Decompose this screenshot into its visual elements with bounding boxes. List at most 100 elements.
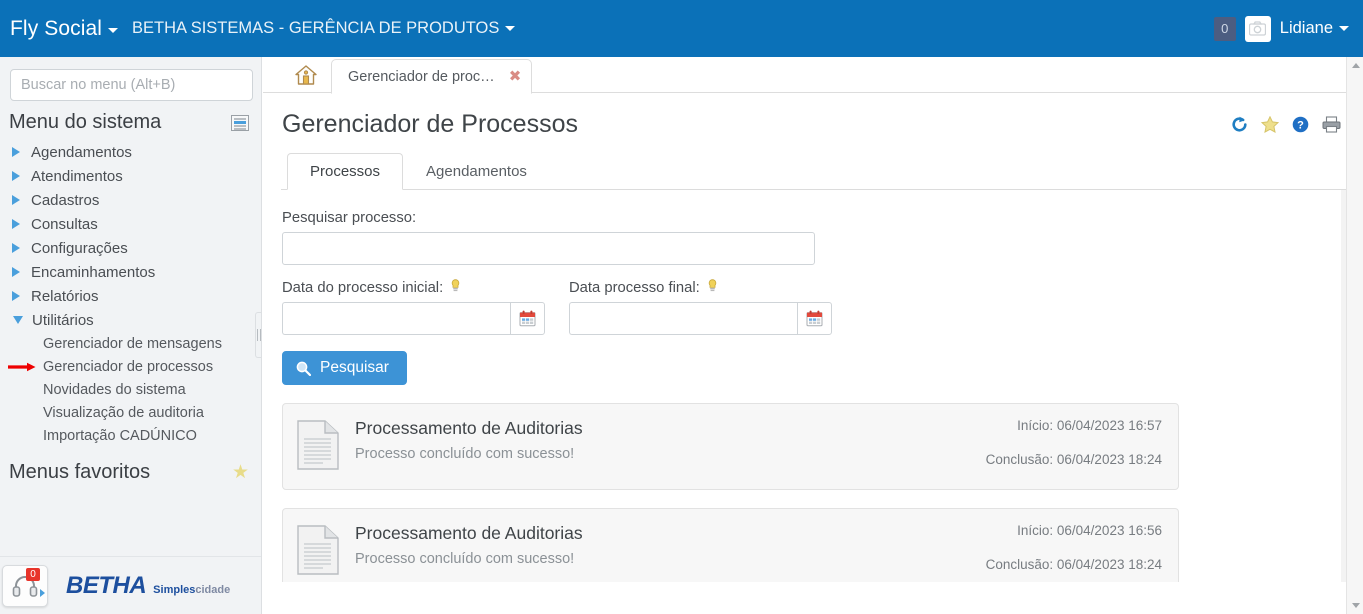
top-header-bar: Fly Social BETHA SISTEMAS - GERÊNCIA DE … bbox=[0, 0, 1363, 57]
print-icon[interactable] bbox=[1322, 116, 1341, 133]
refresh-icon[interactable] bbox=[1231, 116, 1248, 133]
sidebar-subitem-novidades-do-sistema[interactable]: Novidades do sistema bbox=[0, 378, 261, 401]
hint-bulb-icon[interactable] bbox=[708, 279, 717, 296]
sidebar-item-label: Atendimentos bbox=[31, 167, 123, 185]
brand-menu[interactable]: Fly Social bbox=[10, 16, 119, 41]
sidebar-item-cadastros[interactable]: Cadastros bbox=[0, 188, 261, 212]
help-icon[interactable]: ? bbox=[1292, 116, 1309, 133]
process-title: Processamento de Auditorias bbox=[355, 523, 583, 543]
date-start-calendar-button[interactable] bbox=[510, 302, 545, 335]
organization-selector[interactable]: BETHA SISTEMAS - GERÊNCIA DE PRODUTOS bbox=[118, 19, 516, 38]
document-icon bbox=[297, 420, 339, 475]
process-meta: Início: 06/04/2023 16:56 Conclusão: 06/0… bbox=[962, 523, 1162, 580]
page-vertical-scrollbar[interactable] bbox=[1346, 57, 1363, 614]
sidebar-item-label: Relatórios bbox=[31, 287, 99, 305]
close-icon[interactable]: ✖ bbox=[509, 69, 522, 84]
user-menu[interactable]: Lidiane bbox=[1280, 19, 1349, 38]
sidebar-subitem-importacao-cadunico[interactable]: Importação CADÚNICO bbox=[0, 424, 261, 447]
sidebar-item-label: Utilitários bbox=[32, 311, 94, 329]
search-process-label: Pesquisar processo: bbox=[282, 210, 1363, 226]
date-end-label: Data processo final: bbox=[569, 279, 832, 296]
chevron-right-icon bbox=[12, 243, 20, 253]
chevron-right-icon bbox=[40, 588, 45, 597]
sidebar-item-encaminhamentos[interactable]: Encaminhamentos bbox=[0, 260, 261, 284]
menu-layout-toggle-icon[interactable] bbox=[231, 114, 249, 131]
organization-label: BETHA SISTEMAS - GERÊNCIA DE PRODUTOS bbox=[132, 19, 500, 37]
chevron-down-icon bbox=[505, 26, 516, 31]
tab-processos[interactable]: Processos bbox=[287, 153, 404, 190]
sidebar-item-consultas[interactable]: Consultas bbox=[0, 212, 261, 236]
svg-text:?: ? bbox=[1297, 120, 1304, 132]
sidebar-subitem-visualizacao-de-auditoria[interactable]: Visualização de auditoria bbox=[0, 401, 261, 424]
tab-label: Gerenciador de proc… bbox=[348, 68, 495, 85]
process-status: Processo concluído com sucesso! bbox=[355, 446, 575, 462]
betha-sub-2: cidade bbox=[195, 583, 231, 596]
sidebar-subitem-gerenciador-de-processos[interactable]: Gerenciador de processos bbox=[0, 355, 261, 378]
search-input[interactable] bbox=[10, 69, 253, 101]
process-meta: Início: 06/04/2023 16:57 Conclusão: 06/0… bbox=[962, 418, 1162, 475]
browser-tab-gerenciador-de-processos[interactable]: Gerenciador de proc… ✖ bbox=[331, 59, 533, 94]
process-end-time: Conclusão: 06/04/2023 18:24 bbox=[985, 557, 1162, 572]
sidebar: Menu do sistema Agendamentos Atendimento… bbox=[0, 57, 262, 614]
sidebar-item-label: Cadastros bbox=[31, 191, 100, 209]
sidebar-item-relatorios[interactable]: Relatórios bbox=[0, 284, 261, 308]
chevron-right-icon bbox=[12, 195, 20, 205]
sidebar-item-configuracoes[interactable]: Configurações bbox=[0, 236, 261, 260]
chevron-down-icon bbox=[1351, 603, 1360, 608]
date-filter-row: Data do processo inicial: Data processo … bbox=[282, 279, 1363, 335]
search-process-input[interactable] bbox=[282, 232, 815, 265]
menu-title: Menu do sistema bbox=[9, 111, 162, 133]
sidebar-resize-handle[interactable] bbox=[255, 312, 261, 358]
message-count-badge[interactable]: 0 bbox=[1213, 16, 1236, 41]
chevron-down-icon bbox=[108, 27, 119, 33]
date-end-input[interactable] bbox=[569, 302, 797, 335]
home-tab[interactable] bbox=[281, 57, 331, 92]
sidebar-item-atendimentos[interactable]: Atendimentos bbox=[0, 164, 261, 188]
username-label: Lidiane bbox=[1279, 19, 1333, 37]
process-result-card[interactable]: Processamento de Auditorias Processo con… bbox=[282, 403, 1179, 490]
star-icon[interactable] bbox=[1260, 115, 1280, 133]
sidebar-item-agendamentos[interactable]: Agendamentos bbox=[0, 140, 261, 164]
date-end-calendar-button[interactable] bbox=[797, 302, 832, 335]
sidebar-subitem-label: Novidades do sistema bbox=[43, 381, 186, 398]
betha-logo-text: BETHA bbox=[66, 571, 147, 599]
sidebar-subitem-label: Importação CADÚNICO bbox=[43, 427, 197, 444]
star-icon[interactable]: ★ bbox=[232, 463, 249, 482]
favorites-header: Menus favoritos ★ bbox=[0, 447, 261, 484]
top-header-right: 0 Lidiane bbox=[1213, 15, 1349, 42]
search-process-label-text: Pesquisar processo: bbox=[282, 210, 417, 226]
date-end-label-text: Data processo final: bbox=[569, 279, 700, 296]
sidebar-search-wrap bbox=[0, 57, 261, 101]
avatar[interactable] bbox=[1244, 15, 1271, 42]
calendar-icon bbox=[806, 310, 823, 327]
chevron-right-icon bbox=[12, 171, 20, 181]
favorites-title: Menus favoritos bbox=[9, 461, 151, 483]
scroll-down-button[interactable] bbox=[1347, 597, 1363, 614]
chevron-right-icon bbox=[12, 219, 20, 229]
support-chat-button[interactable]: 0 bbox=[2, 564, 48, 607]
date-start-input[interactable] bbox=[282, 302, 510, 335]
content-scroll-area: Pesquisar processo: Data do processo ini… bbox=[263, 190, 1363, 582]
document-icon bbox=[297, 525, 339, 580]
sidebar-subitem-label: Gerenciador de processos bbox=[43, 358, 214, 375]
browser-tab-strip: Gerenciador de proc… ✖ bbox=[263, 57, 1363, 94]
sidebar-item-label: Agendamentos bbox=[31, 143, 132, 161]
process-result-card[interactable]: Processamento de Auditorias Processo con… bbox=[282, 508, 1179, 582]
page-action-icons: ? bbox=[1231, 115, 1341, 133]
tab-agendamentos[interactable]: Agendamentos bbox=[403, 153, 550, 190]
process-start-time: Início: 06/04/2023 16:56 bbox=[1017, 523, 1162, 538]
process-start-time: Início: 06/04/2023 16:57 bbox=[1017, 418, 1162, 433]
brand-label: Fly Social bbox=[10, 16, 103, 40]
sidebar-item-utilitarios[interactable]: Utilitários bbox=[0, 308, 261, 332]
hint-bulb-icon[interactable] bbox=[451, 279, 460, 296]
search-submit-button[interactable]: Pesquisar bbox=[282, 351, 407, 385]
sidebar-item-label: Consultas bbox=[31, 215, 98, 233]
sidebar-subitem-gerenciador-de-mensagens[interactable]: Gerenciador de mensagens bbox=[0, 332, 261, 355]
scroll-up-button[interactable] bbox=[1347, 57, 1363, 74]
date-start-label-text: Data do processo inicial: bbox=[282, 279, 444, 296]
betha-logo: BETHA Simplescidade bbox=[66, 572, 230, 600]
sidebar-subitem-label: Visualização de auditoria bbox=[43, 404, 204, 421]
sidebar-submenu-utilitarios: Gerenciador de mensagens Gerenciador de … bbox=[0, 332, 261, 447]
sidebar-footer: 0 BETHA Simplescidade bbox=[0, 556, 261, 614]
calendar-icon bbox=[519, 310, 536, 327]
